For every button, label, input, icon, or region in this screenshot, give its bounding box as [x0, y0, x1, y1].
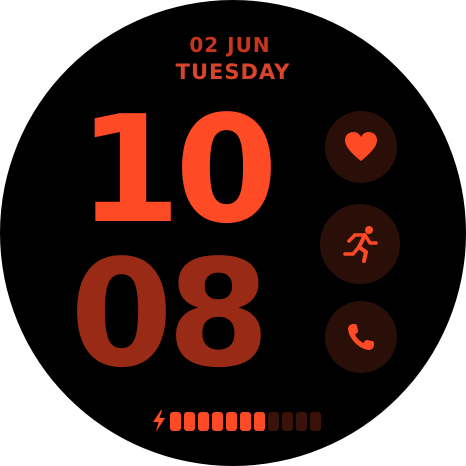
battery-segment-filled: [170, 411, 181, 431]
battery-segment-filled: [184, 411, 195, 431]
battery-segment-filled: [226, 411, 237, 431]
heart-rate-complication[interactable]: [325, 111, 397, 183]
phone-complication[interactable]: [325, 301, 397, 373]
battery-segment-empty: [310, 411, 321, 431]
battery-segment-empty: [268, 411, 279, 431]
date-label: 02 JUN: [189, 33, 271, 57]
workout-complication[interactable]: [320, 204, 400, 284]
running-icon: [340, 224, 380, 264]
phone-icon: [346, 322, 376, 352]
battery-segment-filled: [212, 411, 223, 431]
weekday-label: TUESDAY: [175, 60, 291, 84]
battery-segment-filled: [198, 411, 209, 431]
watch-face: 02 JUN TUESDAY 10 08: [0, 0, 466, 466]
battery-segment-empty: [282, 411, 293, 431]
battery-segment-filled: [240, 411, 251, 431]
heart-icon: [344, 131, 378, 163]
battery-segment-filled: [254, 411, 265, 431]
battery-segment-empty: [296, 411, 307, 431]
bolt-icon: [152, 410, 166, 432]
minutes-display: 08: [70, 228, 270, 400]
hours-display: 10: [78, 84, 278, 256]
battery-indicator: [152, 410, 324, 432]
battery-segments: [170, 411, 324, 431]
